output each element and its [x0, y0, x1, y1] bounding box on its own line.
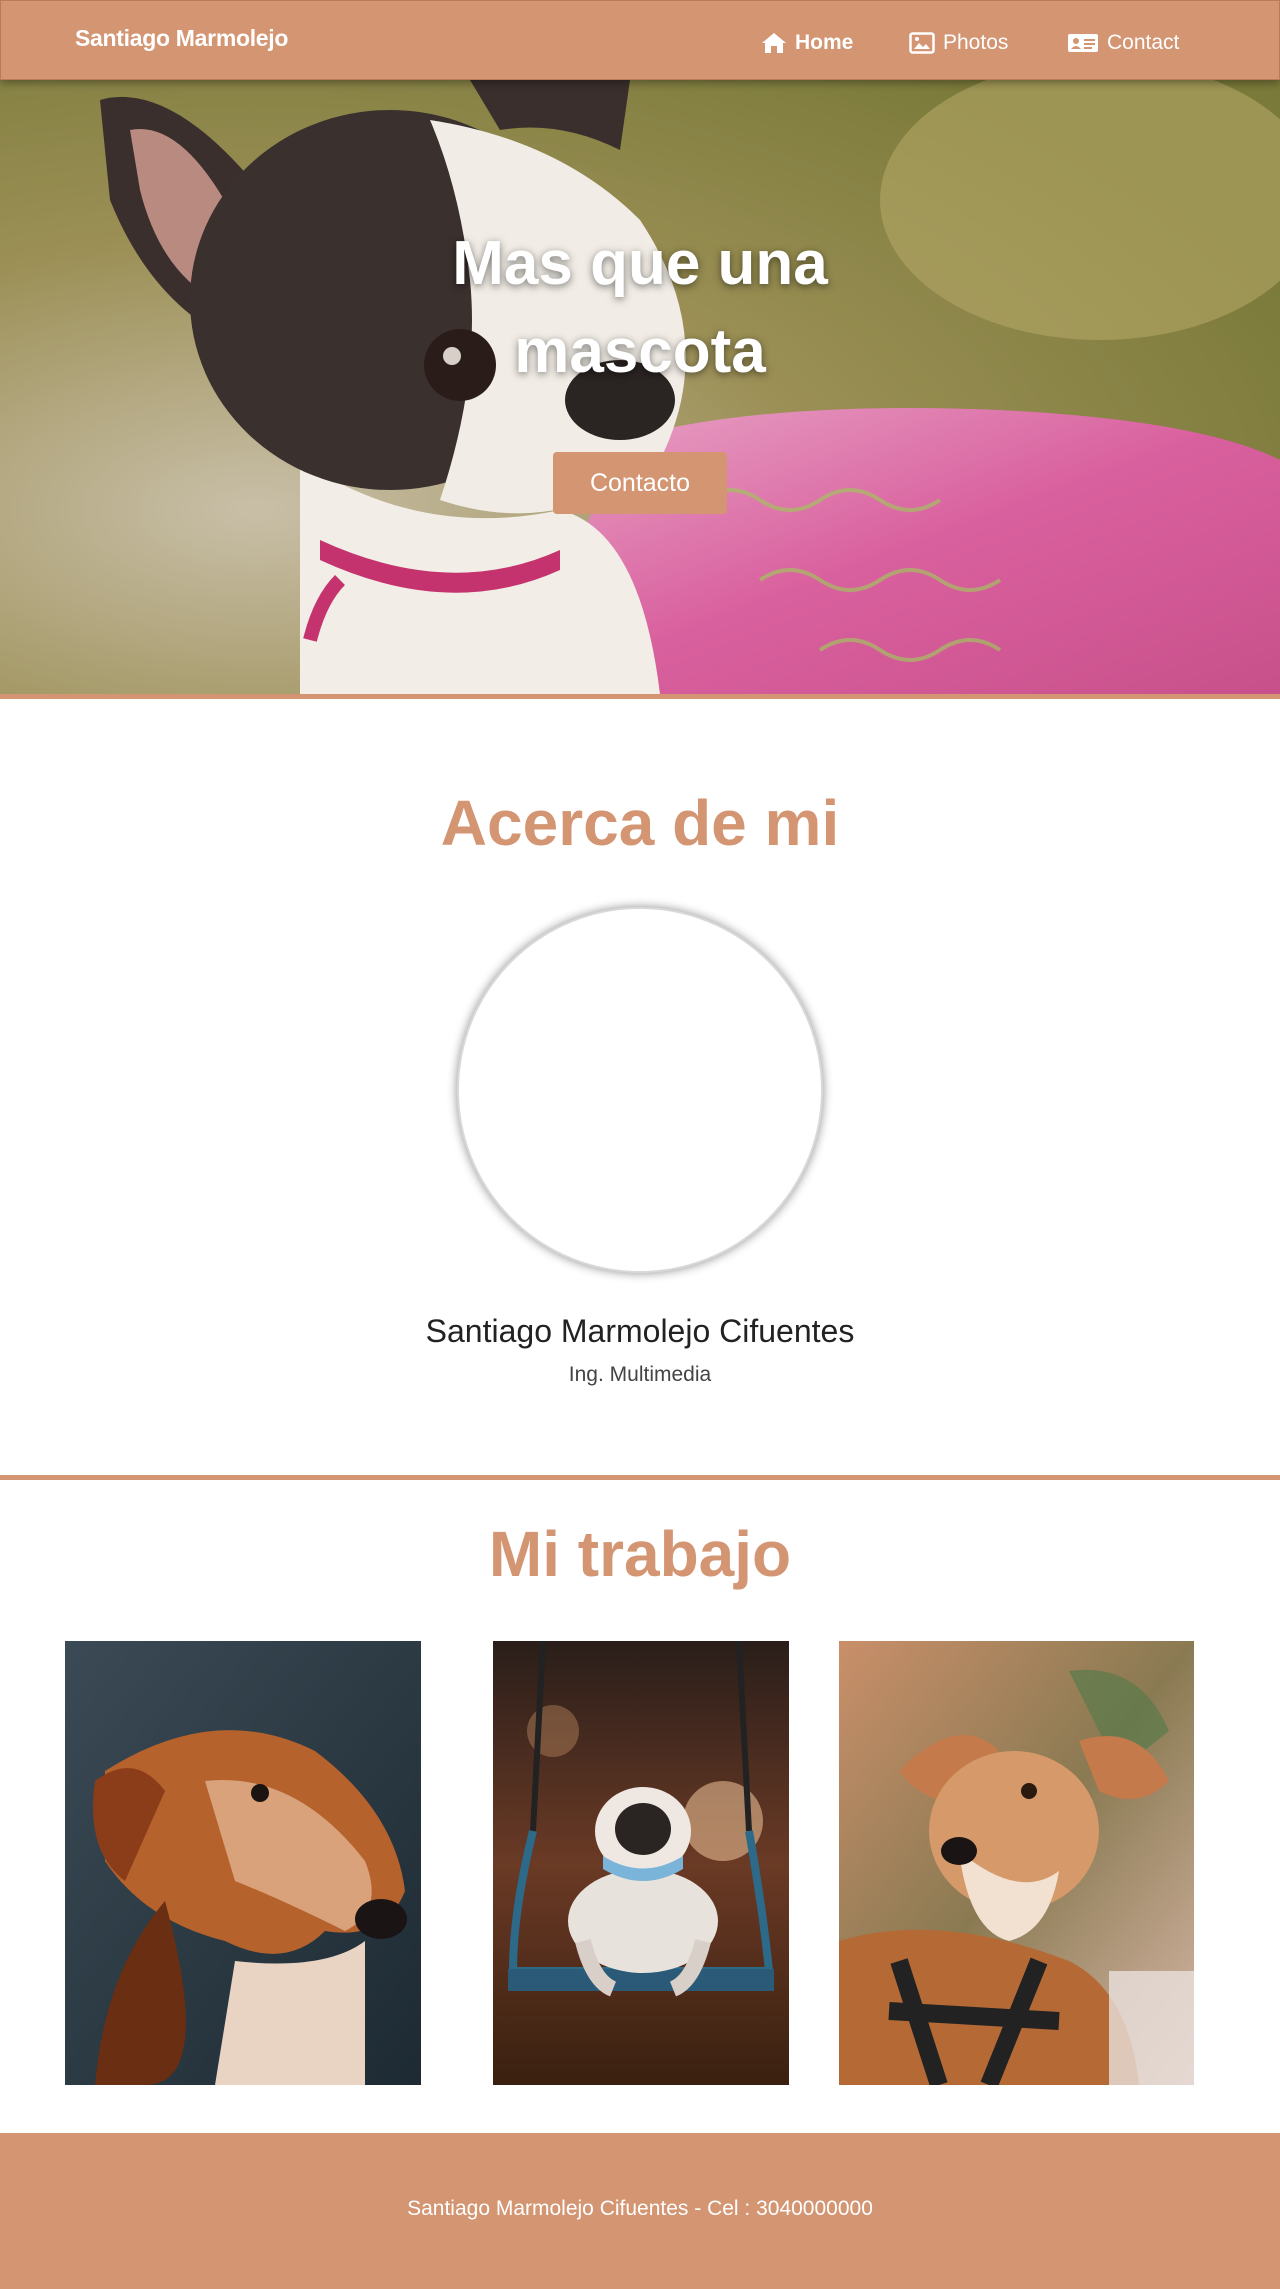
nav-item-home[interactable]: Home: [761, 27, 853, 59]
nav-home-label: Home: [795, 31, 854, 54]
footer: Santiago Marmolejo Cifuentes - Cel : 304…: [0, 2133, 1280, 2289]
avatar: [457, 907, 823, 1273]
hero-title-line2: mascota: [514, 317, 766, 386]
nav-contact-label: Contact: [1107, 31, 1180, 54]
hero-section: Mas que una mascota Contacto: [0, 80, 1280, 694]
navbar: Santiago Marmolejo Home Photos Contact: [0, 0, 1280, 80]
pug-on-swing-photo[interactable]: [493, 1641, 789, 2085]
about-name: Santiago Marmolejo Cifuentes: [425, 1313, 855, 1349]
about-title: Acerca de mi: [440, 787, 840, 859]
contact-button[interactable]: Contacto: [553, 452, 727, 514]
hero-title: Mas que una mascota: [390, 220, 890, 396]
nav-item-photos[interactable]: Photos: [909, 27, 1008, 59]
id-card-icon: [1068, 34, 1098, 52]
image-icon: [909, 32, 935, 54]
dog-with-harness-photo[interactable]: [839, 1641, 1194, 2085]
about-divider: [0, 1475, 1280, 1480]
nav-item-contact[interactable]: Contact: [1067, 27, 1179, 59]
hero-divider: [0, 694, 1280, 699]
hero-title-line1: Mas que una: [452, 229, 828, 298]
brand-title[interactable]: Santiago Marmolejo: [75, 25, 288, 52]
dog-portrait-photo[interactable]: [65, 1641, 421, 2085]
nav-photos-label: Photos: [943, 31, 1009, 54]
footer-text: Santiago Marmolejo Cifuentes - Cel : 304…: [407, 2197, 873, 2220]
about-role: Ing. Multimedia: [568, 1363, 712, 1386]
work-title: Mi trabajo: [488, 1518, 792, 1590]
home-icon: [762, 33, 786, 53]
